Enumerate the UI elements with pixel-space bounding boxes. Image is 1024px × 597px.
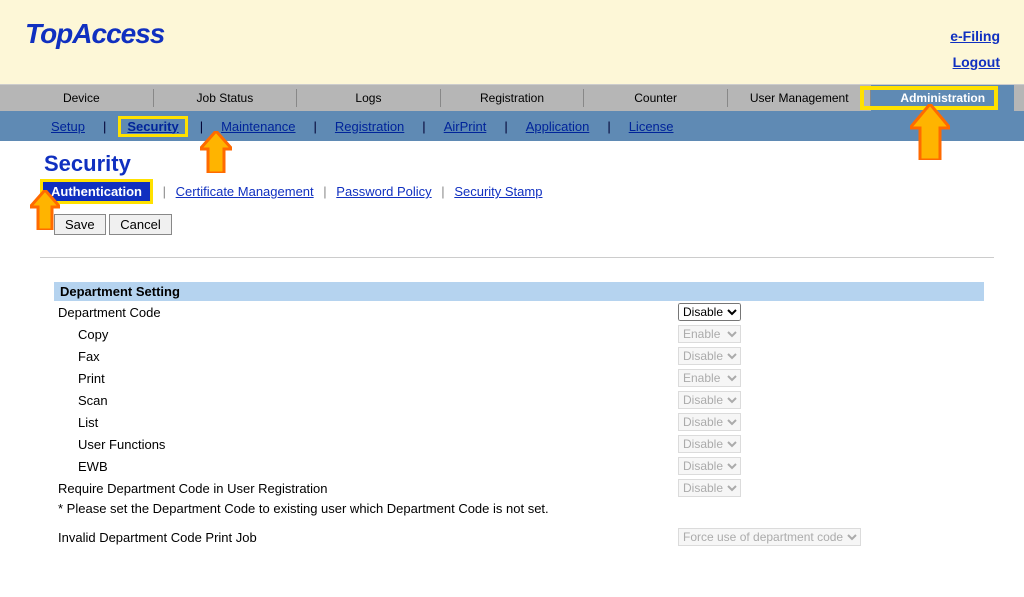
- highlight-security-subnav: Security: [118, 116, 187, 137]
- app-logo: TopAccess: [25, 18, 164, 50]
- subnav-separator: |: [302, 119, 329, 134]
- row-copy: Copy EnableDisable: [54, 323, 984, 345]
- logout-link[interactable]: Logout: [950, 54, 1000, 70]
- subnav-separator: |: [492, 119, 519, 134]
- select-department-code[interactable]: DisableEnable: [678, 303, 741, 321]
- main-tabbar: Device Job Status Logs Registration Coun…: [0, 85, 1024, 111]
- label-copy: Copy: [54, 323, 674, 345]
- header-links: e-Filing Logout: [950, 28, 1000, 80]
- divider-line: [40, 257, 994, 258]
- select-list: DisableEnable: [678, 413, 741, 431]
- settings-table-2: Invalid Department Code Print Job Force …: [54, 526, 984, 548]
- select-require-dept-code: DisableEnable: [678, 479, 741, 497]
- row-user-functions: User Functions DisableEnable: [54, 433, 984, 455]
- section-header: Department Setting: [54, 282, 984, 301]
- subnav-airprint[interactable]: AirPrint: [438, 119, 493, 134]
- label-ewb: EWB: [54, 455, 674, 477]
- tab-device[interactable]: Device: [10, 85, 153, 111]
- label-scan: Scan: [54, 389, 674, 411]
- page-title: Security: [44, 151, 994, 177]
- button-row: Save Cancel: [54, 214, 994, 235]
- tab-logs[interactable]: Logs: [297, 85, 440, 111]
- subtab-separator: |: [317, 184, 332, 199]
- select-invalid-dept-job: Force use of department code: [678, 528, 861, 546]
- tab-job-status[interactable]: Job Status: [154, 85, 297, 111]
- sub-navbar: Setup | Security | Maintenance | Registr…: [0, 111, 1024, 141]
- tab-counter[interactable]: Counter: [584, 85, 727, 111]
- subnav-setup[interactable]: Setup: [45, 119, 91, 134]
- label-department-code: Department Code: [54, 301, 674, 323]
- cancel-button[interactable]: Cancel: [109, 214, 171, 235]
- label-list: List: [54, 411, 674, 433]
- select-scan: DisableEnable: [678, 391, 741, 409]
- label-print: Print: [54, 367, 674, 389]
- tab-user-management[interactable]: User Management: [728, 85, 871, 111]
- subnav-security[interactable]: Security: [121, 119, 184, 134]
- subnav-registration[interactable]: Registration: [329, 119, 410, 134]
- subnav-separator: |: [91, 119, 118, 134]
- tab-registration[interactable]: Registration: [441, 85, 584, 111]
- efiling-link[interactable]: e-Filing: [950, 28, 1000, 44]
- row-invalid-dept-job: Invalid Department Code Print Job Force …: [54, 526, 984, 548]
- subnav-maintenance[interactable]: Maintenance: [215, 119, 301, 134]
- subtab-separator: |: [157, 184, 172, 199]
- subtab-password-policy[interactable]: Password Policy: [336, 184, 431, 199]
- dept-code-note: * Please set the Department Code to exis…: [54, 499, 984, 526]
- subnav-separator: |: [410, 119, 437, 134]
- subtab-authentication[interactable]: Authentication: [43, 182, 150, 201]
- select-print: EnableDisable: [678, 369, 741, 387]
- save-button[interactable]: Save: [54, 214, 106, 235]
- subtab-separator: |: [435, 184, 450, 199]
- label-invalid-dept-job: Invalid Department Code Print Job: [54, 526, 674, 548]
- subtab-certificate-management[interactable]: Certificate Management: [176, 184, 314, 199]
- select-ewb: DisableEnable: [678, 457, 741, 475]
- page-content: Security Authentication | Certificate Ma…: [0, 141, 1024, 568]
- row-scan: Scan DisableEnable: [54, 389, 984, 411]
- subnav-separator: |: [595, 119, 622, 134]
- subnav-application[interactable]: Application: [520, 119, 596, 134]
- tab-administration[interactable]: Administration: [871, 85, 1014, 111]
- header: TopAccess e-Filing Logout: [0, 0, 1024, 85]
- label-user-functions: User Functions: [54, 433, 674, 455]
- subtab-security-stamp[interactable]: Security Stamp: [454, 184, 542, 199]
- row-ewb: EWB DisableEnable: [54, 455, 984, 477]
- label-fax: Fax: [54, 345, 674, 367]
- row-department-code: Department Code DisableEnable: [54, 301, 984, 323]
- row-list: List DisableEnable: [54, 411, 984, 433]
- label-require-dept-code: Require Department Code in User Registra…: [54, 477, 674, 499]
- highlight-authentication-subtab: Authentication: [40, 179, 153, 204]
- subnav-license[interactable]: License: [623, 119, 680, 134]
- subnav-separator: |: [188, 119, 215, 134]
- page-subtabs: Authentication | Certificate Management …: [40, 179, 994, 204]
- department-setting-section: Department Setting Department Code Disab…: [54, 282, 984, 548]
- row-require-dept-code: Require Department Code in User Registra…: [54, 477, 984, 499]
- select-fax: DisableEnable: [678, 347, 741, 365]
- settings-table: Department Code DisableEnable Copy Enabl…: [54, 301, 984, 499]
- row-fax: Fax DisableEnable: [54, 345, 984, 367]
- row-print: Print EnableDisable: [54, 367, 984, 389]
- select-user-functions: DisableEnable: [678, 435, 741, 453]
- select-copy: EnableDisable: [678, 325, 741, 343]
